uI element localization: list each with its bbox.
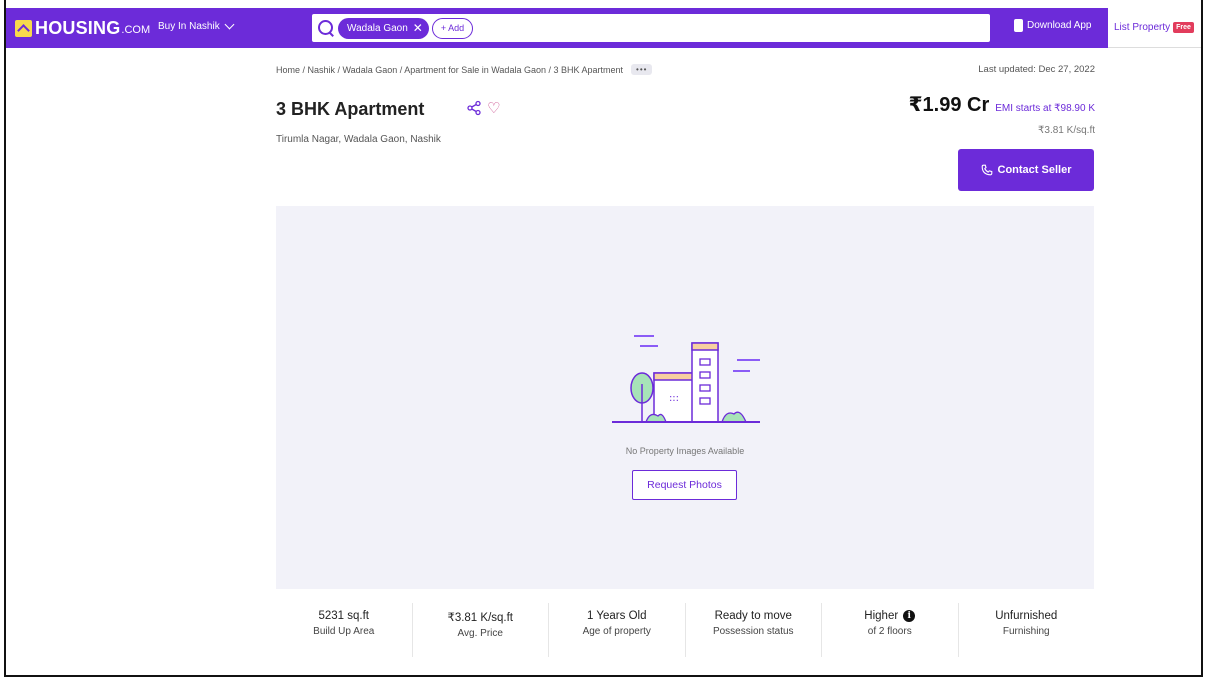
list-property-button[interactable]: List Property Free bbox=[1108, 8, 1201, 48]
building-illustration-icon: ::: bbox=[612, 335, 760, 423]
stat-value: 1 Years Old bbox=[549, 610, 685, 622]
last-updated-text: Last updated: Dec 27, 2022 bbox=[978, 64, 1095, 75]
close-icon[interactable]: ✕ bbox=[413, 22, 423, 34]
city-select-dropdown[interactable]: Buy In Nashik bbox=[158, 19, 235, 32]
download-app-button[interactable]: Download App bbox=[1014, 19, 1092, 32]
breadcrumb-more-button[interactable]: ••• bbox=[631, 64, 653, 75]
phone-call-icon bbox=[981, 164, 992, 176]
stat-age-of-property: 1 Years Old Age of property bbox=[549, 603, 686, 657]
stat-label: Avg. Price bbox=[457, 628, 503, 639]
locality-chip[interactable]: Wadala Gaon ✕ bbox=[338, 17, 429, 39]
stat-value-text: ₹3.81 K/sq.ft bbox=[447, 612, 514, 624]
top-nav-bar: HOUSING .COM Buy In Nashik Wadala Gaon ✕… bbox=[6, 8, 1201, 48]
svg-text::::: ::: bbox=[669, 393, 679, 404]
image-gallery: ::: No Property Images Available Request… bbox=[276, 206, 1094, 589]
stat-value-text: Ready to move bbox=[714, 610, 792, 622]
locality-chip-label: Wadala Gaon bbox=[347, 22, 408, 34]
logo-icon bbox=[15, 19, 32, 37]
add-locality-button[interactable]: + Add bbox=[431, 17, 474, 39]
contact-seller-button[interactable]: Contact Seller bbox=[958, 149, 1094, 191]
property-stats: 5231 sq.ft Build Up Area ₹3.81 K/sq.ft A… bbox=[276, 603, 1094, 657]
housing-logo[interactable]: HOUSING .COM bbox=[15, 18, 150, 38]
contact-seller-label: Contact Seller bbox=[997, 164, 1072, 176]
stat-furnishing: Unfurnished Furnishing bbox=[959, 603, 1095, 657]
stat-build-up-area: 5231 sq.ft Build Up Area bbox=[276, 603, 413, 657]
heart-icon[interactable]: ♡ bbox=[487, 99, 500, 117]
info-icon[interactable]: i bbox=[903, 610, 916, 622]
stat-floor: Higher i of 2 floors bbox=[822, 603, 959, 657]
logo-text: HOUSING bbox=[35, 17, 121, 38]
logo-suffix: .COM bbox=[121, 24, 151, 36]
stat-value-text: 5231 sq.ft bbox=[318, 610, 369, 622]
stat-label: Age of property bbox=[582, 626, 651, 637]
request-photos-button[interactable]: Request Photos bbox=[632, 470, 737, 500]
free-badge: Free bbox=[1173, 22, 1194, 33]
stat-label: Possession status bbox=[712, 626, 794, 637]
listing-price: ₹1.99 Cr bbox=[908, 94, 990, 116]
breadcrumb-path[interactable]: Home / Nashik / Wadala Gaon / Apartment … bbox=[276, 65, 623, 75]
stat-value-text: 1 Years Old bbox=[587, 610, 647, 622]
listing-location: Tirumla Nagar, Wadala Gaon, Nashik bbox=[276, 134, 441, 145]
stat-avg-price: ₹3.81 K/sq.ft Avg. Price bbox=[413, 603, 549, 657]
city-select-label: Buy In Nashik bbox=[158, 21, 220, 32]
price-row: ₹1.99 Cr EMI starts at ₹98.90 K bbox=[909, 92, 1095, 117]
search-bar[interactable]: Wadala Gaon ✕ + Add bbox=[312, 14, 990, 42]
search-icon[interactable] bbox=[318, 20, 334, 36]
share-icon[interactable] bbox=[466, 100, 482, 116]
price-per-sqft: ₹3.81 K/sq.ft bbox=[1038, 125, 1095, 136]
download-app-label: Download App bbox=[1027, 20, 1092, 31]
stat-value: Unfurnished bbox=[959, 610, 1095, 622]
stat-value: Ready to move bbox=[686, 610, 822, 622]
page-title: 3 BHK Apartment bbox=[276, 99, 425, 119]
no-images-message: No Property Images Available bbox=[625, 446, 745, 456]
stat-value: 5231 sq.ft bbox=[276, 610, 412, 622]
breadcrumb: Home / Nashik / Wadala Gaon / Apartment … bbox=[276, 64, 653, 75]
stat-label: Build Up Area bbox=[313, 626, 375, 637]
chevron-down-icon bbox=[224, 19, 235, 30]
stat-label: Furnishing bbox=[1002, 626, 1050, 637]
phone-icon bbox=[1014, 19, 1023, 32]
stat-label: of 2 floors bbox=[867, 626, 912, 637]
emi-link[interactable]: EMI starts at ₹98.90 K bbox=[995, 103, 1095, 114]
stat-value-text: Unfurnished bbox=[995, 610, 1058, 622]
list-property-label: List Property bbox=[1114, 22, 1171, 33]
stat-value: ₹3.81 K/sq.ft bbox=[413, 610, 549, 624]
stat-possession-status: Ready to move Possession status bbox=[686, 603, 822, 657]
stat-value-text: Higher bbox=[864, 610, 899, 622]
stat-value: Higher i bbox=[822, 610, 958, 622]
